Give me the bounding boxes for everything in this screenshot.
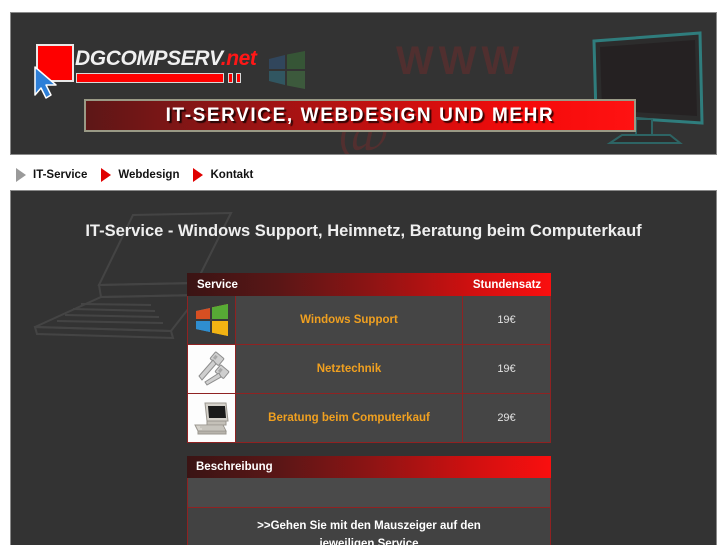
column-header-stundensatz: Stundensatz bbox=[472, 278, 542, 291]
service-name-windows-support[interactable]: Windows Support bbox=[236, 296, 463, 344]
nav-item-kontakt[interactable]: Kontakt bbox=[210, 169, 253, 181]
description-box: Beschreibung >>Gehen Sie mit den Mauszei… bbox=[187, 456, 551, 545]
logo-red-bar-mid bbox=[228, 73, 233, 83]
desktop-computer-icon bbox=[193, 402, 229, 435]
nav-arrow-icon-kontakt bbox=[193, 168, 204, 182]
column-header-service: Service bbox=[197, 278, 238, 291]
table-row[interactable]: Netztechnik 19€ bbox=[187, 345, 551, 394]
windows-flag-icon bbox=[195, 304, 228, 336]
table-row[interactable]: Beratung beim Computerkauf 29€ bbox=[187, 394, 551, 443]
monitor-illustration-icon bbox=[592, 31, 704, 144]
site-slogan-banner: IT-SERVICE, WEBDESIGN UND MEHR bbox=[84, 99, 636, 132]
logo-name-text: DGCOMPSERV bbox=[75, 47, 221, 70]
logo-red-bar-short bbox=[236, 73, 241, 83]
nav-item-webdesign[interactable]: Webdesign bbox=[118, 169, 179, 181]
description-body: >>Gehen Sie mit den Mauszeiger auf den j… bbox=[187, 508, 551, 545]
service-rate-windows-support: 19€ bbox=[497, 314, 516, 326]
windows-flag-watermark-icon bbox=[269, 51, 305, 89]
page-root: WWW @ DGCOMPSERV.net bbox=[0, 0, 727, 545]
table-row[interactable]: Windows Support 19€ bbox=[187, 296, 551, 345]
main-content-panel: IT-Service - Windows Support, Heimnetz, … bbox=[10, 190, 717, 545]
logo-wordmark: DGCOMPSERV.net bbox=[75, 47, 257, 71]
table-header-row: Service Stundensatz bbox=[187, 273, 551, 296]
service-rate-netztechnik: 19€ bbox=[497, 363, 516, 375]
service-icon-cell bbox=[188, 345, 236, 393]
site-logo[interactable]: DGCOMPSERV.net bbox=[29, 39, 259, 99]
site-header-banner: WWW @ DGCOMPSERV.net bbox=[10, 12, 717, 155]
service-name-beratung-computerkauf[interactable]: Beratung beim Computerkauf bbox=[236, 394, 463, 442]
logo-red-bar-long bbox=[76, 73, 224, 83]
mouse-cursor-icon bbox=[34, 66, 57, 99]
site-slogan-text: IT-SERVICE, WEBDESIGN UND MEHR bbox=[165, 104, 555, 126]
header-background: WWW @ DGCOMPSERV.net bbox=[11, 13, 716, 154]
nav-arrow-icon-webdesign bbox=[101, 168, 112, 182]
main-navigation: IT-Service Webdesign Kontakt bbox=[10, 163, 717, 187]
service-icon-cell bbox=[188, 296, 236, 344]
nav-item-it-service[interactable]: IT-Service bbox=[33, 169, 87, 181]
service-name-netztechnik[interactable]: Netztechnik bbox=[236, 345, 463, 393]
logo-tld-text: .net bbox=[220, 47, 257, 70]
nav-arrow-icon-it-service bbox=[16, 168, 26, 182]
service-icon-cell bbox=[188, 394, 236, 442]
description-line-2: jeweiligen Service bbox=[319, 537, 419, 545]
www-watermark-text: WWW bbox=[396, 39, 525, 83]
page-title: IT-Service - Windows Support, Heimnetz, … bbox=[85, 222, 642, 240]
description-line-1: >>Gehen Sie mit den Mauszeiger auf den bbox=[257, 520, 481, 532]
network-cable-icon bbox=[197, 351, 229, 386]
service-price-table: Service Stundensatz Windows Support 19€ … bbox=[187, 273, 551, 443]
service-rate-beratung-computerkauf: 29€ bbox=[497, 412, 516, 424]
description-empty-row bbox=[187, 478, 551, 508]
description-header: Beschreibung bbox=[187, 456, 551, 478]
